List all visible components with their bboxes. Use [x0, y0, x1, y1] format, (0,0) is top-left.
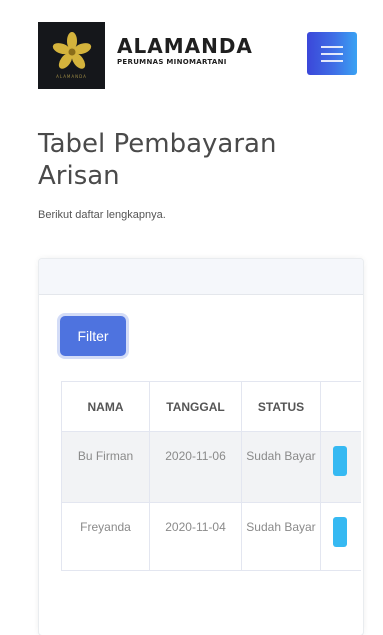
payment-table: NAMA TANGGAL STATUS Bu Firman 2020-11-06… [61, 381, 361, 571]
flower-icon [52, 32, 91, 69]
brand-logo[interactable]: ALAMANDA [38, 22, 105, 89]
row-action-button[interactable] [333, 517, 347, 547]
hamburger-icon-bar [321, 59, 343, 62]
hamburger-icon [321, 45, 343, 48]
cell-status: Sudah Bayar [241, 431, 321, 503]
table-card: Filter NAMA TANGGAL STATUS Bu Firman 202… [38, 258, 364, 635]
menu-toggle-button[interactable] [307, 32, 357, 75]
page-title: Tabel Pembayaran Arisan [38, 129, 277, 191]
brand-text[interactable]: ALAMANDA PERUMNAS MINOMARTANI [117, 36, 253, 66]
column-header-status: STATUS [241, 381, 321, 432]
hamburger-icon-bar [321, 52, 343, 55]
header: ALAMANDA ALAMANDA PERUMNAS MINOMARTANI [0, 0, 383, 100]
table-header-row: NAMA TANGGAL STATUS [61, 381, 361, 432]
cell-nama: Freyanda [61, 502, 150, 571]
cell-status: Sudah Bayar [241, 502, 321, 571]
card-header [39, 259, 363, 295]
filter-button[interactable]: Filter [60, 316, 126, 356]
row-action-button[interactable] [333, 446, 347, 476]
cell-tanggal: 2020-11-04 [149, 502, 242, 571]
column-header-action [320, 381, 361, 432]
page-description: Berikut daftar lengkapnya. [38, 209, 166, 221]
table-row: Bu Firman 2020-11-06 Sudah Bayar [61, 431, 361, 503]
brand-subtitle: PERUMNAS MINOMARTANI [117, 58, 227, 66]
column-header-tanggal: TANGGAL [149, 381, 242, 432]
cell-action [320, 431, 361, 503]
logo-caption: ALAMANDA [56, 74, 87, 79]
cell-tanggal: 2020-11-06 [149, 431, 242, 503]
column-header-nama: NAMA [61, 381, 150, 432]
brand-title: ALAMANDA [117, 34, 253, 58]
table-row: Freyanda 2020-11-04 Sudah Bayar [61, 502, 361, 571]
cell-nama: Bu Firman [61, 431, 150, 503]
cell-action [320, 502, 361, 571]
